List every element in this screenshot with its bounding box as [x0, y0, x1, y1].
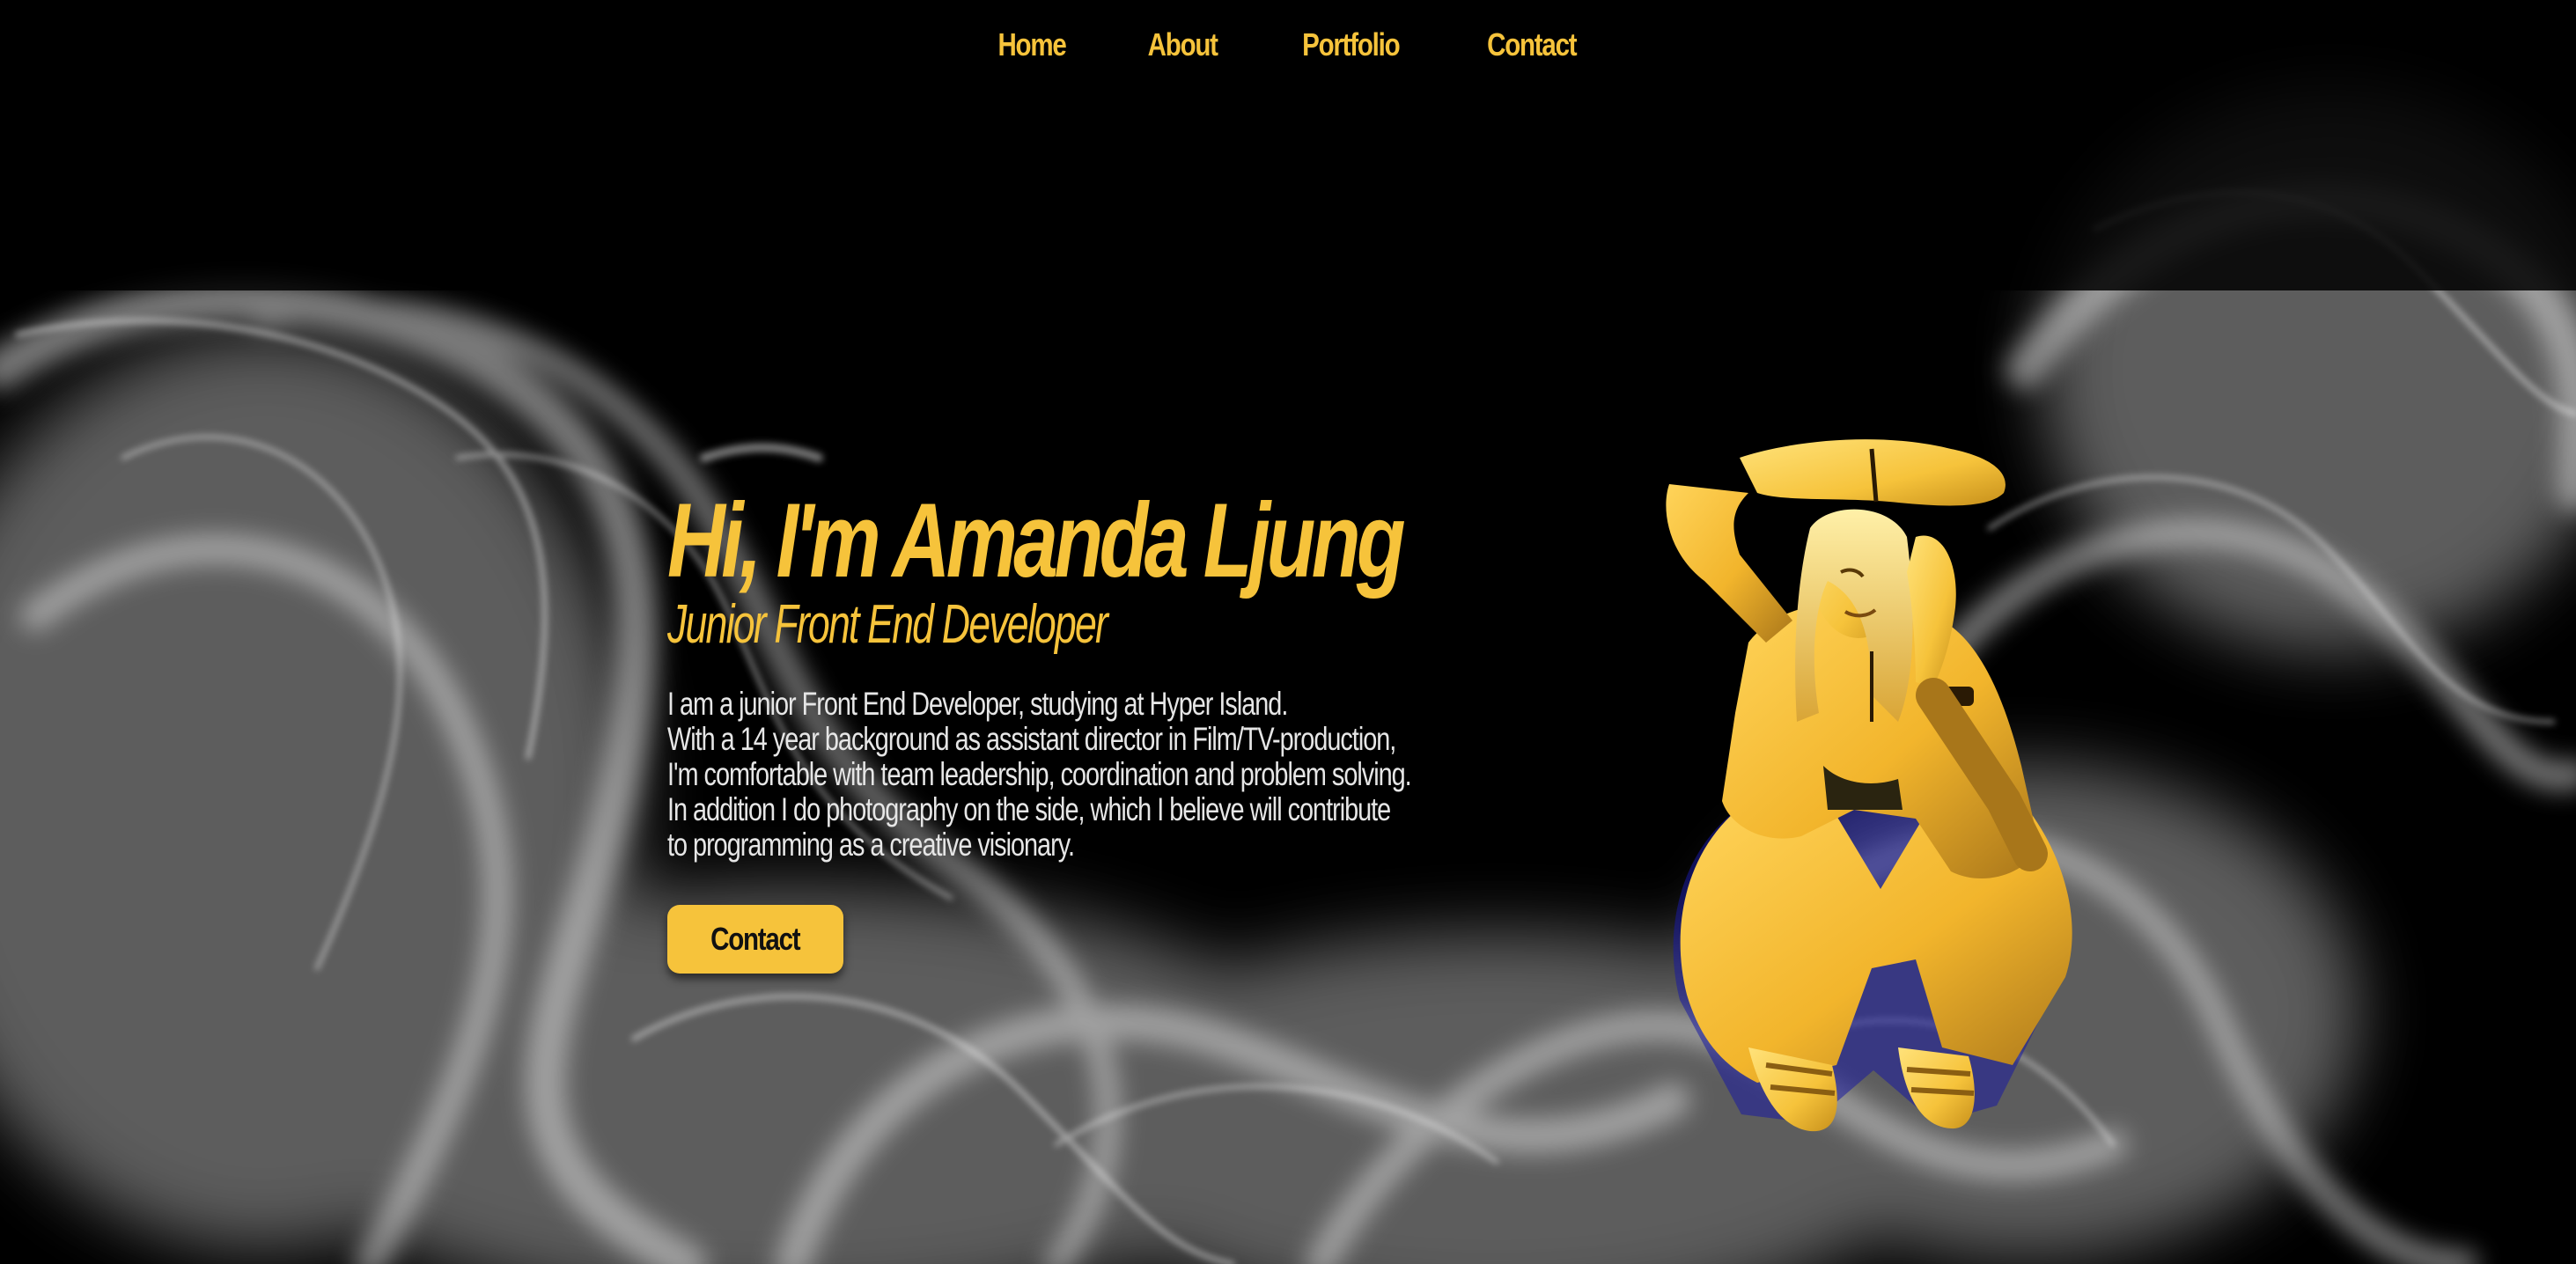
bio-paragraph: I am a junior Front End Developer, study…: [667, 687, 1491, 863]
hero-heading: Hi, I'm Amanda Ljung: [667, 481, 1406, 599]
hero-section: Hi, I'm Amanda Ljung Junior Front End De…: [667, 482, 1548, 863]
contact-button[interactable]: Contact: [667, 905, 843, 974]
bio-line: In addition I do photography on the side…: [667, 791, 1391, 827]
hero-subheading: Junior Front End Developer: [667, 594, 1108, 655]
nav-link-about[interactable]: About: [1120, 18, 1244, 72]
main-navigation: Home About Portfolio Contact: [0, 18, 2576, 72]
bio-line: I am a junior Front End Developer, study…: [667, 686, 1288, 722]
bio-line: to programming as a creative visionary.: [667, 827, 1075, 863]
contact-button-label: Contact: [710, 921, 800, 957]
nav-link-portfolio[interactable]: Portfolio: [1275, 18, 1427, 72]
bio-line: I'm comfortable with team leadership, co…: [667, 756, 1412, 792]
nav-link-home[interactable]: Home: [970, 18, 1093, 72]
amanda-portrait-photo: [1666, 439, 2072, 1132]
bio-line: With a 14 year background as assistant d…: [667, 721, 1396, 757]
nav-link-contact[interactable]: Contact: [1460, 18, 1604, 72]
